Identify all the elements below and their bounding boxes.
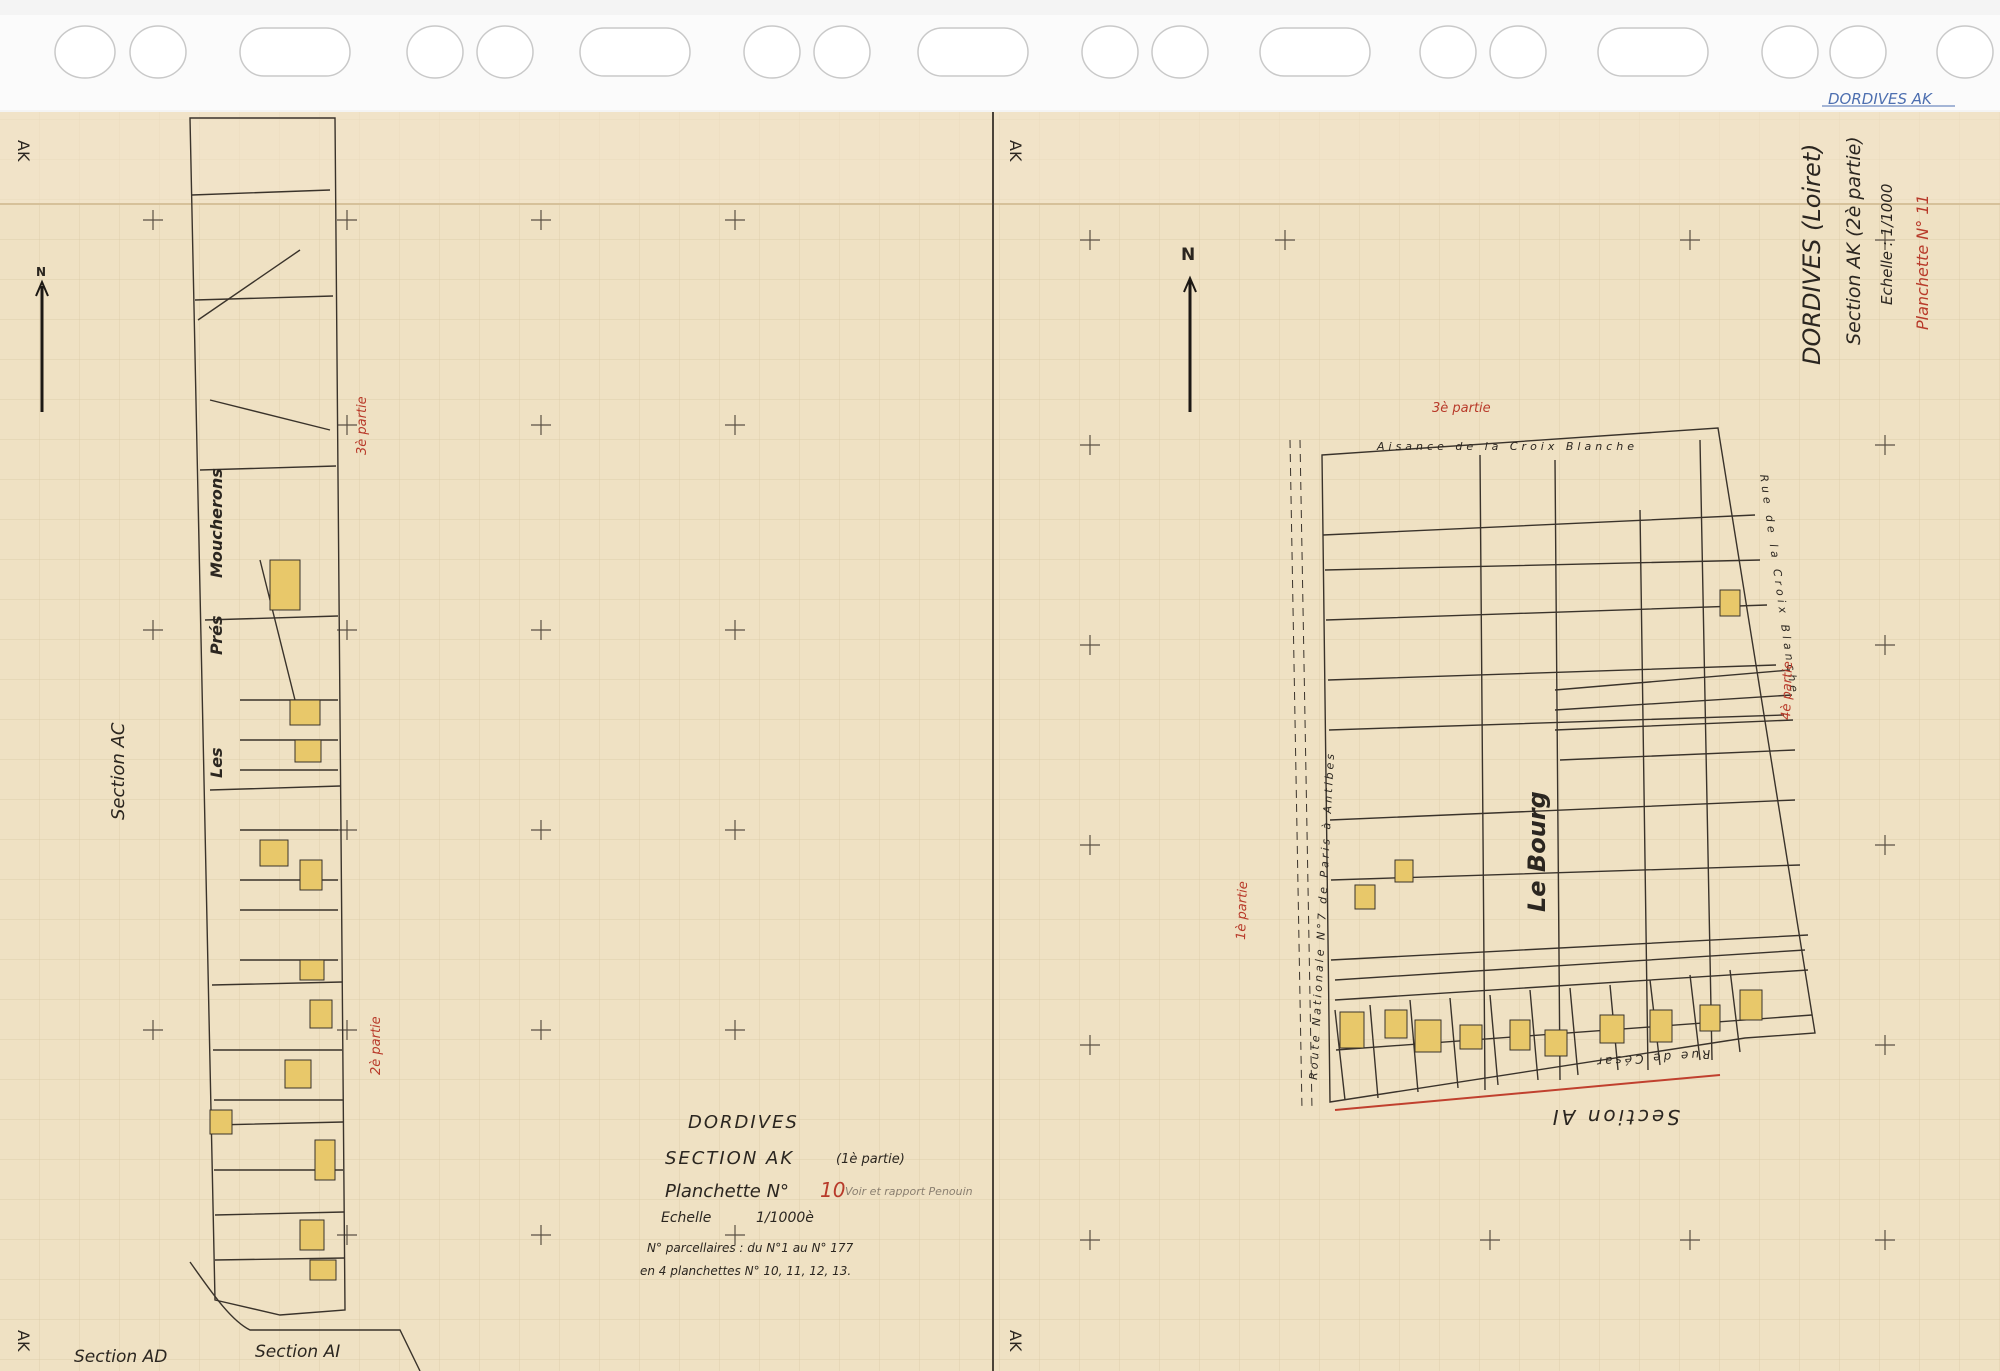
- place-name-pres: Prés: [207, 616, 226, 656]
- left-planchette-note: Voir et rapport Penouin: [845, 1185, 973, 1198]
- left-section-title: SECTION AK: [665, 1148, 794, 1169]
- right-scale: Echelle : 1/1000: [1878, 184, 1896, 305]
- right-partie-3-label: 3è partie: [1432, 401, 1491, 416]
- paper-fold-band: [0, 112, 2000, 204]
- right-partie-4-label: 4è partie: [1779, 661, 1796, 720]
- cadastral-map-scan: N Moucherons Prés Les Section AC 3è part…: [0, 0, 2000, 1371]
- left-section-part: (1è partie): [836, 1152, 905, 1167]
- left-scale-label: Echelle: [661, 1210, 711, 1226]
- section-ad-label: Section AD: [74, 1347, 167, 1367]
- map-sheet: N Moucherons Prés Les Section AC 3è part…: [0, 0, 2000, 1371]
- left-margin-ak-top: AK: [14, 140, 33, 162]
- right-section-title: Section AK (2è partie): [1843, 136, 1865, 345]
- sheet-header-label: DORDIVES AK: [1828, 90, 1933, 108]
- left-planchettes-line: en 4 planchettes N° 10, 11, 12, 13.: [640, 1264, 851, 1278]
- section-ac-label: Section AC: [108, 722, 129, 820]
- right-planchette: Planchette N° 11: [1913, 194, 1932, 330]
- left-parcels-line: N° parcellaires : du N°1 au N° 177: [647, 1241, 854, 1255]
- right-partie-1-label: 1è partie: [1234, 881, 1251, 940]
- right-title: DORDIVES (Loiret): [1798, 143, 1826, 365]
- left-partie-2-label: 2è partie: [369, 1016, 384, 1075]
- aisance-label: Aisance de la Croix Blanche: [1376, 440, 1638, 453]
- left-partie-3-label: 3è partie: [355, 396, 370, 455]
- place-name-les: Les: [207, 747, 226, 778]
- left-margin-ak-bottom: AK: [14, 1330, 33, 1352]
- right-margin-ak-top: AK: [1006, 140, 1025, 162]
- left-title: DORDIVES: [688, 1112, 799, 1133]
- left-planchette-number: 10: [820, 1178, 845, 1202]
- left-north-label: N: [36, 265, 46, 279]
- left-section-ai-label: Section AI: [255, 1342, 340, 1362]
- left-planchette-label: Planchette N°: [665, 1181, 789, 1202]
- place-name-moucherons: Moucherons: [207, 468, 226, 578]
- right-north-label: N: [1181, 245, 1195, 265]
- right-section-ai-label: Section AI: [1550, 1105, 1680, 1129]
- place-name-le-bourg: Le Bourg: [1523, 791, 1551, 912]
- right-margin-ak-bottom: AK: [1006, 1330, 1025, 1352]
- left-scale-value: 1/1000è: [756, 1210, 814, 1226]
